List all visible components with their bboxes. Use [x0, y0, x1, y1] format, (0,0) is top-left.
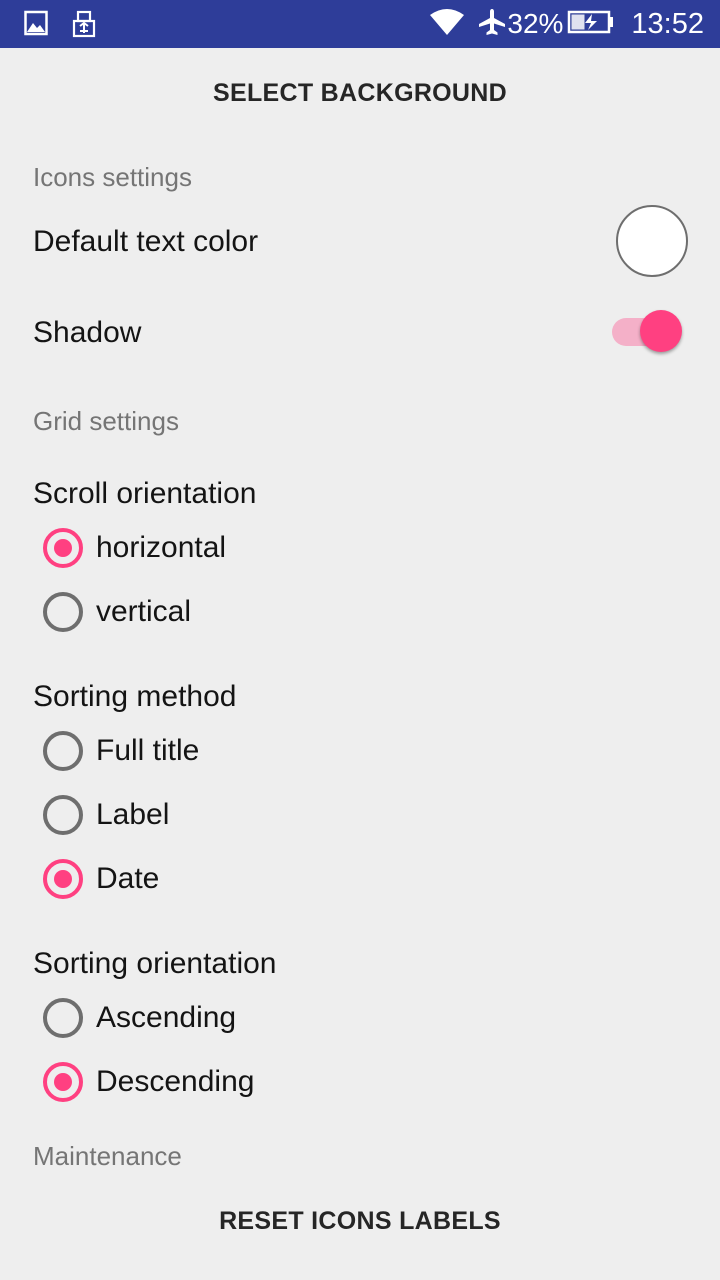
icons-settings-header: Icons settings [33, 162, 192, 192]
radio-label-horizontal: horizontal [96, 531, 227, 564]
radio-button-horizontal[interactable] [43, 528, 83, 568]
radio-button-descending[interactable] [43, 1062, 83, 1102]
default-text-color-swatch[interactable] [616, 205, 688, 277]
battery-percent: 32% [507, 8, 564, 39]
wifi-icon [429, 8, 465, 41]
maintenance-header: Maintenance [33, 1141, 182, 1171]
radio-row-vertical[interactable]: vertical [43, 584, 683, 640]
reset-icons-labels-button[interactable]: RESET ICONS LABELS [0, 1196, 720, 1246]
status-bar: 32% 13:52 [0, 0, 720, 48]
sorting-method-title: Sorting method [33, 680, 237, 713]
radio-label-full-title: Full title [96, 734, 200, 767]
radio-row-label[interactable]: Label [43, 787, 683, 843]
shadow-label[interactable]: Shadow [33, 316, 141, 350]
default-text-color-label[interactable]: Default text color [33, 225, 258, 259]
scroll-orientation-title: Scroll orientation [33, 477, 257, 510]
airplane-mode-icon [477, 7, 507, 42]
shadow-toggle-thumb [640, 310, 682, 352]
radio-label-label: Label [96, 798, 170, 831]
battery-charging-icon [567, 9, 615, 40]
radio-button-label[interactable] [43, 795, 83, 835]
radio-button-vertical[interactable] [43, 592, 83, 632]
grid-settings-header: Grid settings [33, 406, 179, 436]
radio-label-descending: Descending [96, 1065, 255, 1098]
radio-row-full-title[interactable]: Full title [43, 723, 683, 779]
usb-icon [72, 10, 96, 43]
sorting-orientation-title: Sorting orientation [33, 947, 277, 980]
radio-label-ascending: Ascending [96, 1001, 237, 1034]
radio-button-ascending[interactable] [43, 998, 83, 1038]
radio-button-date[interactable] [43, 859, 83, 899]
select-background-button[interactable]: SELECT BACKGROUND [0, 68, 720, 118]
shadow-toggle[interactable] [612, 310, 684, 354]
image-icon [24, 10, 48, 41]
radio-row-date[interactable]: Date [43, 851, 683, 907]
radio-button-full-title[interactable] [43, 731, 83, 771]
radio-label-date: Date [96, 862, 160, 895]
radio-row-ascending[interactable]: Ascending [43, 990, 683, 1046]
radio-label-vertical: vertical [96, 595, 192, 628]
radio-row-horizontal[interactable]: horizontal [43, 520, 683, 576]
radio-row-descending[interactable]: Descending [43, 1054, 683, 1110]
status-clock: 13:52 [631, 7, 704, 40]
